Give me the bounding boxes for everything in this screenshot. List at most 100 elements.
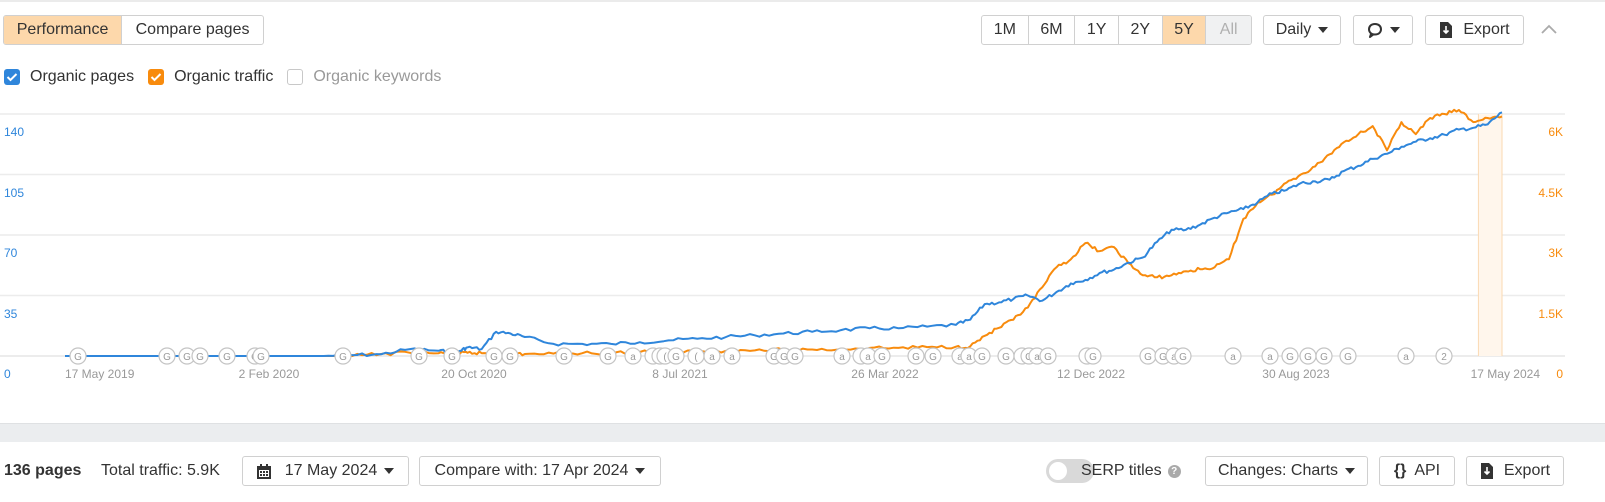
event-marker[interactable]: G (667, 347, 685, 365)
event-marker[interactable]: G (1281, 347, 1299, 365)
legend-organic-pages[interactable]: Organic pages (4, 68, 134, 86)
api-button[interactable]: {} API (1379, 456, 1455, 486)
caret-down-icon (1389, 27, 1400, 33)
legend-organic-traffic[interactable]: Organic traffic (148, 68, 273, 86)
compare-label: Compare with: 17 Apr 2024 (434, 462, 629, 479)
event-marker[interactable]: G (1339, 347, 1357, 365)
checkbox-unchecked-icon[interactable] (287, 69, 304, 85)
toggle-knob (1049, 462, 1067, 480)
event-marker[interactable]: G (1039, 347, 1057, 365)
event-marker[interactable]: 2 (1435, 347, 1453, 365)
range-all-button[interactable]: All (1206, 16, 1251, 44)
event-marker-label: a (630, 352, 636, 363)
event-marker[interactable]: a (703, 347, 721, 365)
date-range-selector: 1M 6M 1Y 2Y 5Y All (981, 15, 1252, 45)
compare-with-dropdown[interactable]: Compare with: 17 Apr 2024 (419, 456, 661, 486)
event-marker-label: G (183, 352, 191, 363)
event-marker-label: G (223, 352, 231, 363)
event-marker-label: G (74, 352, 82, 363)
event-marker[interactable]: ( (687, 347, 705, 365)
caret-down-icon (384, 468, 395, 474)
legend-organic-keywords[interactable]: Organic keywords (287, 68, 441, 86)
download-file-icon (1440, 22, 1453, 38)
view-tabs: Performance Compare pages (3, 15, 264, 45)
event-marker-label: G (163, 352, 171, 363)
event-marker[interactable]: G (1139, 347, 1157, 365)
event-marker[interactable]: a (1224, 347, 1242, 365)
help-icon[interactable]: ? (1167, 464, 1181, 478)
total-traffic-label: Total traffic: 5.9K (101, 462, 220, 479)
event-marker[interactable]: G (997, 347, 1015, 365)
interval-dropdown[interactable]: Daily (1263, 15, 1341, 45)
event-marker[interactable]: a (833, 347, 851, 365)
event-marker[interactable]: G (924, 347, 942, 365)
event-marker[interactable]: G (1299, 347, 1317, 365)
event-marker[interactable]: G (555, 347, 573, 365)
event-marker-label: G (1304, 352, 1312, 363)
range-2y-button[interactable]: 2Y (1119, 16, 1163, 44)
event-marker-label: G (1002, 352, 1010, 363)
series-line-organic-pages (65, 111, 1503, 357)
event-marker-label: G (1044, 352, 1052, 363)
checkbox-checked-icon[interactable] (4, 69, 20, 85)
event-marker[interactable]: G (218, 347, 236, 365)
event-marker-label: G (490, 352, 498, 363)
export-label: Export (1463, 21, 1510, 38)
changes-dropdown[interactable]: Changes: Charts (1205, 456, 1368, 486)
event-marker-label: G (978, 352, 986, 363)
event-marker[interactable]: G (334, 347, 352, 365)
api-label: API (1414, 462, 1441, 479)
event-marker[interactable]: G (907, 347, 925, 365)
event-marker[interactable]: G (1174, 347, 1192, 365)
chevron-up-icon[interactable] (1540, 22, 1558, 36)
event-marker[interactable]: a (1261, 347, 1279, 365)
chart-legend: Organic pages Organic traffic Organic ke… (4, 68, 455, 86)
export-button[interactable]: Export (1425, 15, 1524, 45)
event-marker[interactable]: G (973, 347, 991, 365)
date-label: 17 May 2024 (284, 462, 378, 479)
range-6m-button[interactable]: 6M (1029, 16, 1076, 44)
event-marker[interactable]: G (443, 347, 461, 365)
range-5y-button[interactable]: 5Y (1162, 16, 1207, 44)
range-1y-button[interactable]: 1Y (1075, 16, 1119, 44)
event-marker[interactable]: G (599, 347, 617, 365)
legend-label: Organic pages (30, 68, 135, 85)
event-marker[interactable]: a (1397, 347, 1415, 365)
event-marker[interactable]: G (158, 347, 176, 365)
event-marker[interactable]: G (410, 347, 428, 365)
total-traffic: Total traffic: 5.9K (101, 456, 220, 486)
performance-chart[interactable]: GGGGGGGGGGGGGGa(((G(aaGGGa(aGGGaaGG(GaG(… (0, 100, 1605, 380)
event-marker-label: G (196, 352, 204, 363)
checkbox-checked-icon[interactable] (148, 69, 165, 85)
event-marker[interactable]: G (1315, 347, 1333, 365)
event-marker[interactable]: G (191, 347, 209, 365)
speech-bubble-icon (1367, 23, 1382, 38)
event-marker-label: G (604, 352, 612, 363)
annotations-dropdown[interactable] (1353, 15, 1413, 45)
event-marker[interactable]: G (786, 347, 804, 365)
interval-label: Daily (1275, 21, 1312, 38)
pages-count: 136 pages (4, 456, 81, 486)
event-marker[interactable]: G (1084, 347, 1102, 365)
event-marker[interactable]: a (624, 347, 642, 365)
event-marker[interactable]: G (69, 347, 87, 365)
range-1m-button[interactable]: 1M (982, 16, 1029, 44)
event-marker[interactable]: G (873, 347, 891, 365)
event-marker-label: G (929, 352, 937, 363)
tab-compare-pages[interactable]: Compare pages (122, 16, 263, 44)
serp-titles-label: SERP titles (1081, 462, 1162, 479)
footer-export-button[interactable]: Export (1466, 456, 1564, 486)
event-marker[interactable]: G (485, 347, 503, 365)
event-marker-label: G (257, 352, 265, 363)
event-marker[interactable]: G (252, 347, 270, 365)
event-marker[interactable]: G (501, 347, 519, 365)
event-marker[interactable]: a (723, 347, 741, 365)
event-marker-label: G (560, 352, 568, 363)
date-picker[interactable]: 17 May 2024 (242, 456, 409, 486)
tab-performance[interactable]: Performance (4, 16, 123, 44)
event-marker-label: G (1179, 352, 1187, 363)
changes-label: Changes: Charts (1217, 462, 1339, 479)
event-marker-label: G (672, 352, 680, 363)
legend-label: Organic keywords (313, 68, 442, 85)
event-marker-label: G (339, 352, 347, 363)
